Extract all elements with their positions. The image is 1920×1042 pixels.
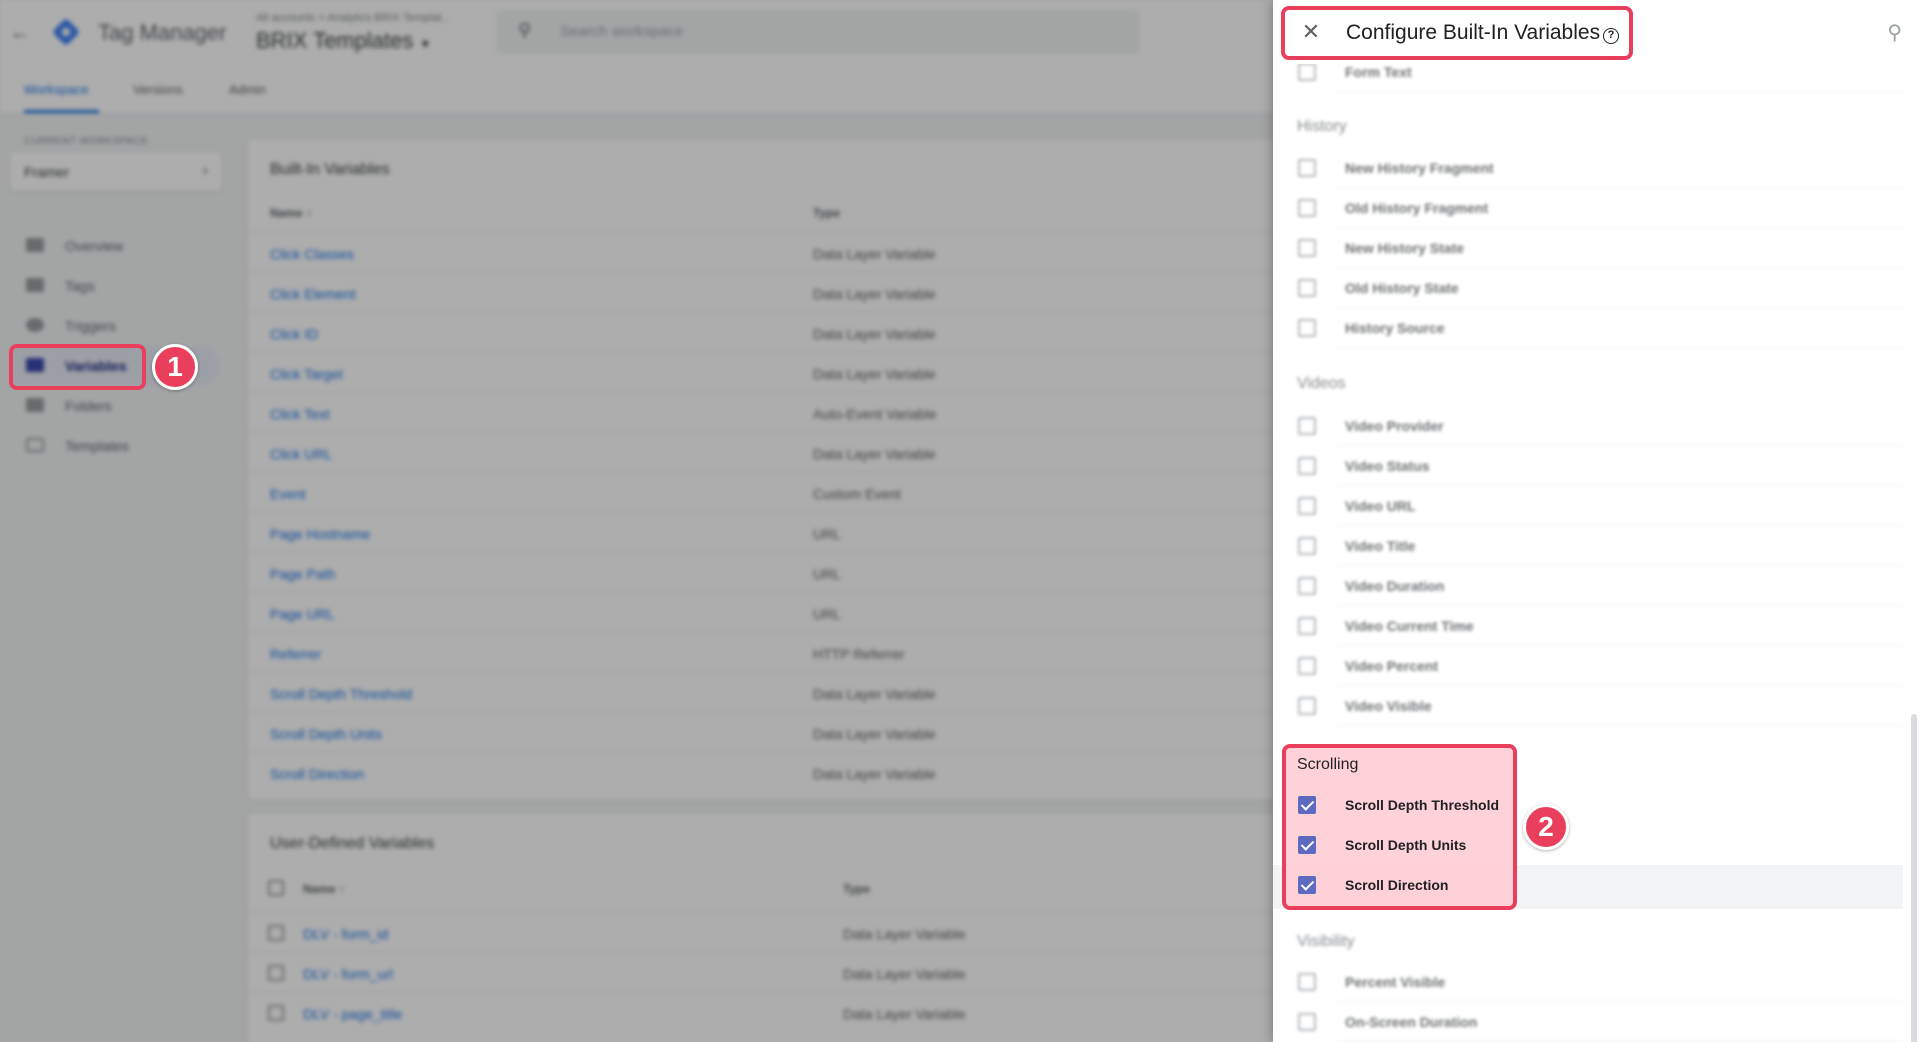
list-item[interactable]: Scroll Depth Units <box>1273 825 1903 865</box>
variable-label: New History Fragment <box>1345 160 1494 176</box>
checkbox[interactable] <box>1298 159 1316 177</box>
list-item[interactable]: Scroll Direction <box>1273 865 1903 905</box>
checkbox[interactable] <box>1298 577 1316 595</box>
checkbox[interactable] <box>1298 417 1316 435</box>
section-title-history: History <box>1297 118 1347 135</box>
list-item[interactable]: Old History State <box>1273 268 1903 308</box>
configure-builtin-variables-panel: Form Text History New History Fragment O… <box>1273 0 1920 1042</box>
variable-label: Video Percent <box>1345 658 1439 674</box>
variable-label: Percent Visible <box>1345 974 1446 990</box>
list-item[interactable]: New History State <box>1273 228 1903 268</box>
divider <box>1337 347 1903 348</box>
list-item[interactable]: Video Title <box>1273 526 1903 566</box>
list-item[interactable]: Video Percent <box>1273 646 1903 686</box>
modal-scrim[interactable] <box>0 0 1273 1042</box>
search-icon[interactable]: ⚲ <box>1887 20 1902 45</box>
list-item[interactable]: Video Provider <box>1273 406 1903 446</box>
variable-label: Old History State <box>1345 280 1459 296</box>
list-item[interactable]: Scroll Depth Threshold <box>1273 785 1903 825</box>
list-item[interactable]: Old History Fragment <box>1273 188 1903 228</box>
checkbox[interactable] <box>1298 657 1316 675</box>
list-item[interactable]: New History Fragment <box>1273 148 1903 188</box>
variable-label: Form Text <box>1345 64 1412 80</box>
variable-label: Scroll Depth Units <box>1345 837 1467 853</box>
list-item[interactable]: Video Duration <box>1273 566 1903 606</box>
variable-label: Video Title <box>1345 538 1416 554</box>
checkbox[interactable] <box>1298 199 1316 217</box>
checkbox[interactable] <box>1298 239 1316 257</box>
variable-label: Scroll Direction <box>1345 877 1449 893</box>
variable-label: Video Current Time <box>1345 618 1474 634</box>
list-item[interactable]: Video URL <box>1273 486 1903 526</box>
checkbox[interactable] <box>1298 457 1316 475</box>
checkbox[interactable] <box>1298 537 1316 555</box>
checkbox[interactable] <box>1298 973 1316 991</box>
step-badge-2: 2 <box>1523 804 1569 850</box>
checkbox-checked[interactable] <box>1298 796 1316 814</box>
checkbox-checked[interactable] <box>1298 876 1316 894</box>
divider <box>1337 91 1903 92</box>
checkbox-checked[interactable] <box>1298 836 1316 854</box>
checkbox[interactable] <box>1298 617 1316 635</box>
scrollbar[interactable] <box>1911 714 1917 1042</box>
divider <box>1337 725 1903 726</box>
list-item[interactable]: Percent Visible <box>1273 962 1903 1002</box>
checkbox[interactable] <box>1298 497 1316 515</box>
variable-label: On-Screen Duration <box>1345 1014 1478 1030</box>
variable-label: History Source <box>1345 320 1445 336</box>
panel-body: Form Text History New History Fragment O… <box>1273 63 1920 1042</box>
variable-label: Old History Fragment <box>1345 200 1489 216</box>
variable-label: Video URL <box>1345 498 1416 514</box>
checkbox[interactable] <box>1298 1013 1316 1031</box>
checkbox[interactable] <box>1298 319 1316 337</box>
section-title-visibility: Visibility <box>1297 933 1355 950</box>
section-title-scrolling: Scrolling <box>1297 756 1359 773</box>
checkbox[interactable] <box>1298 697 1316 715</box>
list-item[interactable]: History Source <box>1273 308 1903 348</box>
list-item[interactable]: Video Current Time <box>1273 606 1903 646</box>
list-item[interactable]: On-Screen Duration <box>1273 1002 1903 1042</box>
title-highlight-box <box>1281 6 1633 60</box>
section-title-videos: Videos <box>1297 375 1346 392</box>
variable-label: Video Status <box>1345 458 1430 474</box>
variable-label: Video Duration <box>1345 578 1445 594</box>
variables-highlight-box <box>9 344 146 390</box>
variable-label: New History State <box>1345 240 1465 256</box>
step-badge-1: 1 <box>152 344 198 390</box>
list-item[interactable]: Video Status <box>1273 446 1903 486</box>
variable-label: Video Provider <box>1345 418 1444 434</box>
list-item[interactable]: Video Visible <box>1273 686 1903 726</box>
checkbox[interactable] <box>1298 279 1316 297</box>
variable-label: Video Visible <box>1345 698 1432 714</box>
checkbox[interactable] <box>1298 63 1316 81</box>
variable-label: Scroll Depth Threshold <box>1345 797 1500 813</box>
